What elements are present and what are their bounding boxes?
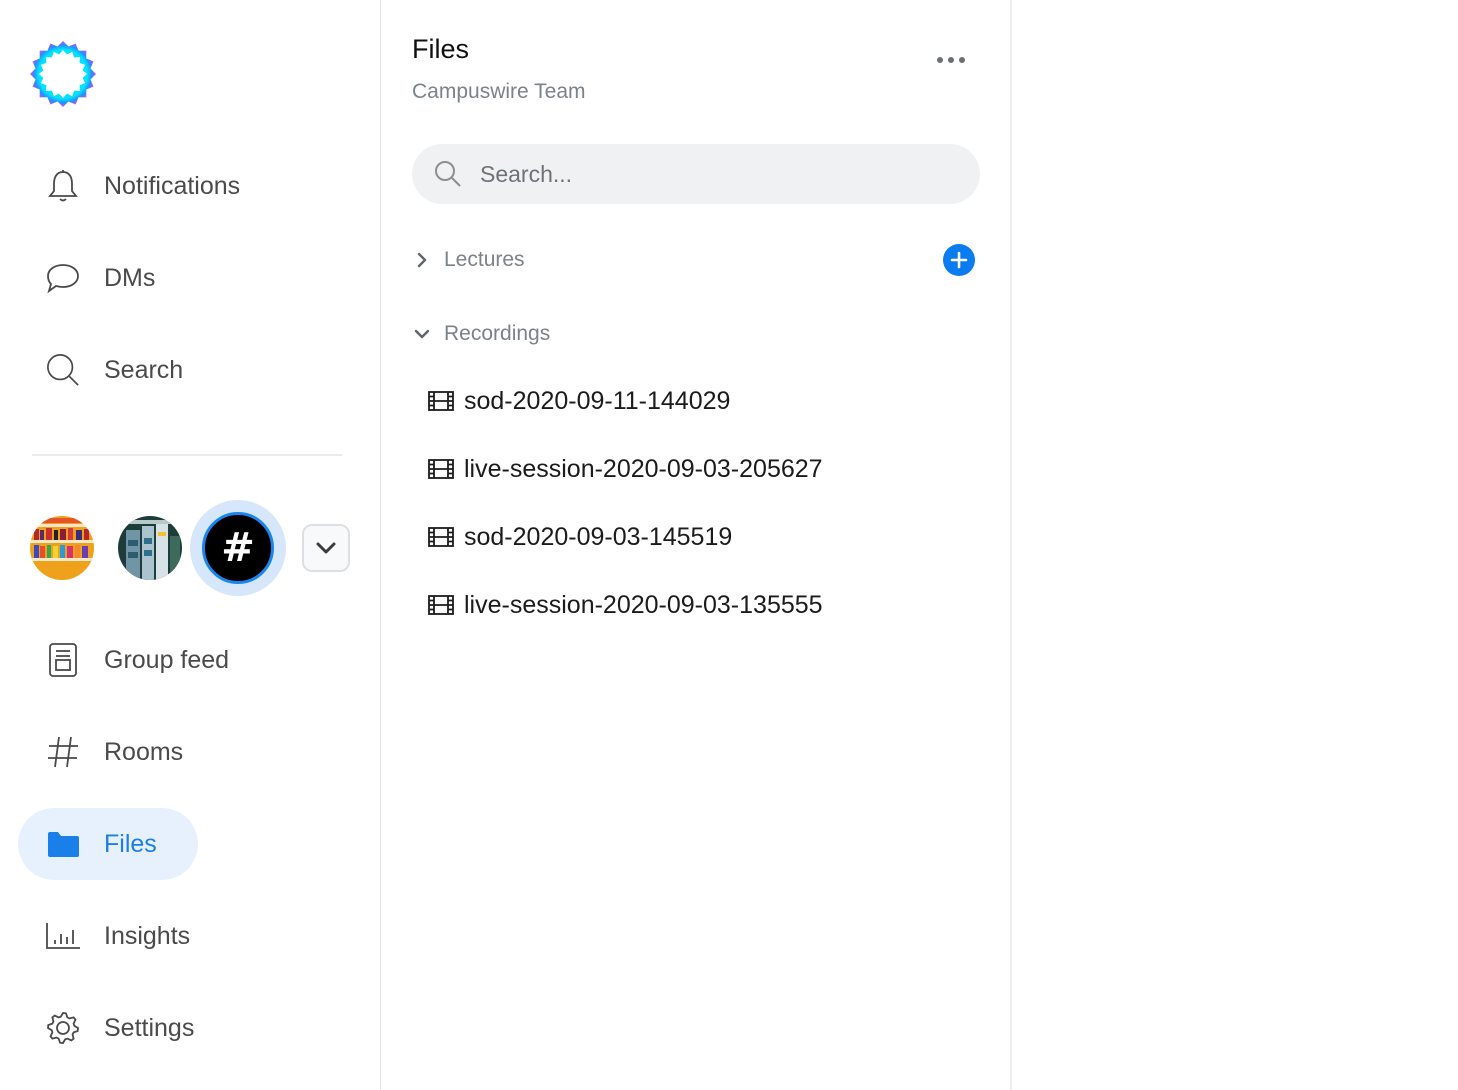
file-name: live-session-2020-09-03-135555 xyxy=(464,590,823,619)
video-file-icon xyxy=(428,391,454,411)
nav-settings[interactable]: Settings xyxy=(18,992,222,1064)
hash-icon xyxy=(46,735,80,769)
video-file-icon xyxy=(428,459,454,479)
page-title: Files xyxy=(412,34,470,64)
nav-label: Rooms xyxy=(104,737,184,766)
group-bookshelf[interactable] xyxy=(30,516,94,580)
nav-insights[interactable]: Insights xyxy=(18,900,218,972)
folder-label: Recordings xyxy=(444,322,551,345)
folder-lectures[interactable]: Lectures xyxy=(412,240,525,280)
search-icon xyxy=(435,161,461,187)
sidebar-divider xyxy=(32,454,342,456)
folder-recordings[interactable]: Recordings xyxy=(412,314,550,354)
nav-label: Notifications xyxy=(104,171,241,200)
nav-label: Group feed xyxy=(104,645,230,674)
chevron-down-icon xyxy=(412,324,432,344)
gear-icon xyxy=(46,1011,80,1045)
nav-label: Insights xyxy=(104,921,191,950)
dot xyxy=(959,57,965,63)
group-hashtag-active[interactable]: # xyxy=(190,500,286,596)
plus-icon xyxy=(950,251,968,269)
files-panel: Files Campuswire Team Lectures Recording… xyxy=(381,0,1012,1090)
nav-rooms[interactable]: Rooms xyxy=(18,716,211,788)
nav-label: Settings xyxy=(104,1013,195,1042)
nav-notifications[interactable]: Notifications xyxy=(18,150,268,222)
file-name: live-session-2020-09-03-205627 xyxy=(464,454,823,483)
file-search-box xyxy=(412,144,980,204)
file-item[interactable]: live-session-2020-09-03-135555 xyxy=(428,585,823,625)
more-options-button[interactable] xyxy=(929,48,973,72)
file-name: sod-2020-09-03-145519 xyxy=(464,522,733,551)
bar-chart-icon xyxy=(46,919,80,953)
dot xyxy=(948,57,954,63)
video-file-icon xyxy=(428,527,454,547)
group-books[interactable] xyxy=(118,516,182,580)
folder-label: Lectures xyxy=(444,248,525,271)
nav-search[interactable]: Search xyxy=(18,334,211,406)
folder-icon xyxy=(46,827,80,861)
dot xyxy=(937,57,943,63)
nav-files[interactable]: Files xyxy=(18,808,198,880)
hashtag-icon: # xyxy=(202,512,274,584)
file-item[interactable]: sod-2020-09-03-145519 xyxy=(428,517,732,557)
feed-icon xyxy=(46,643,80,677)
search-icon xyxy=(46,353,80,387)
sidebar: Notifications DMs Search # Group feed Ro… xyxy=(0,0,381,1090)
add-file-button[interactable] xyxy=(943,244,975,276)
file-name: sod-2020-09-11-144029 xyxy=(464,386,731,415)
nav-dms[interactable]: DMs xyxy=(18,242,183,314)
chat-bubble-icon xyxy=(46,261,80,295)
group-name: Campuswire Team xyxy=(412,80,586,103)
file-item[interactable]: sod-2020-09-11-144029 xyxy=(428,381,730,421)
nav-label: DMs xyxy=(104,263,156,292)
expand-groups-button[interactable] xyxy=(302,524,350,572)
nav-label: Search xyxy=(104,355,184,384)
video-file-icon xyxy=(428,595,454,615)
file-item[interactable]: live-session-2020-09-03-205627 xyxy=(428,449,823,489)
group-switcher: # xyxy=(30,500,360,596)
chevron-right-icon xyxy=(412,250,432,270)
campuswire-logo[interactable] xyxy=(28,40,98,108)
bell-icon xyxy=(46,169,80,203)
chevron-down-icon xyxy=(316,542,336,554)
nav-label: Files xyxy=(104,829,157,858)
nav-group-feed[interactable]: Group feed xyxy=(18,624,257,696)
file-search-input[interactable] xyxy=(478,159,962,189)
